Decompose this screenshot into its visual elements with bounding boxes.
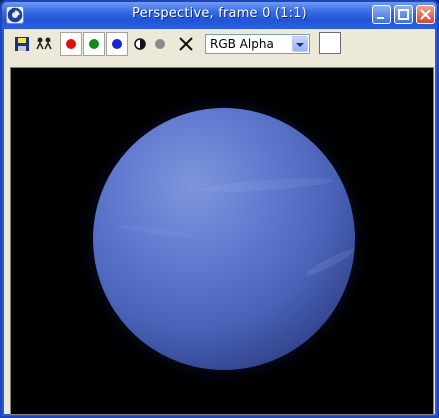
render-window: Perspective, frame 0 (1:1) RGB Alpha [0, 0, 439, 418]
render-toolbar: RGB Alpha [4, 29, 435, 59]
channel-select[interactable]: RGB Alpha [205, 34, 310, 54]
monochrome-icon[interactable] [150, 34, 170, 54]
close-button[interactable] [416, 5, 435, 24]
color-swatch[interactable] [319, 32, 341, 54]
blue-channel-button[interactable] [106, 32, 128, 56]
green-channel-icon [89, 39, 99, 49]
save-icon[interactable] [12, 34, 32, 54]
minimize-button[interactable] [372, 5, 391, 24]
rendered-image [10, 67, 434, 415]
render-area [4, 59, 435, 415]
red-channel-button[interactable] [60, 32, 82, 56]
chevron-down-icon[interactable] [292, 36, 308, 52]
title-bar[interactable]: Perspective, frame 0 (1:1) [2, 2, 437, 28]
cloud-band [304, 245, 357, 279]
planet-sphere [93, 108, 357, 370]
cloud-band [117, 222, 194, 240]
alpha-channel-icon[interactable] [130, 34, 150, 54]
channel-select-value: RGB Alpha [210, 37, 274, 51]
red-channel-icon [66, 39, 76, 49]
blue-channel-icon [112, 39, 122, 49]
green-channel-button[interactable] [83, 32, 105, 56]
maximize-button[interactable] [394, 5, 413, 24]
clear-x-icon[interactable] [176, 34, 196, 54]
clone-icon[interactable] [34, 34, 54, 54]
cloud-band [202, 175, 334, 195]
